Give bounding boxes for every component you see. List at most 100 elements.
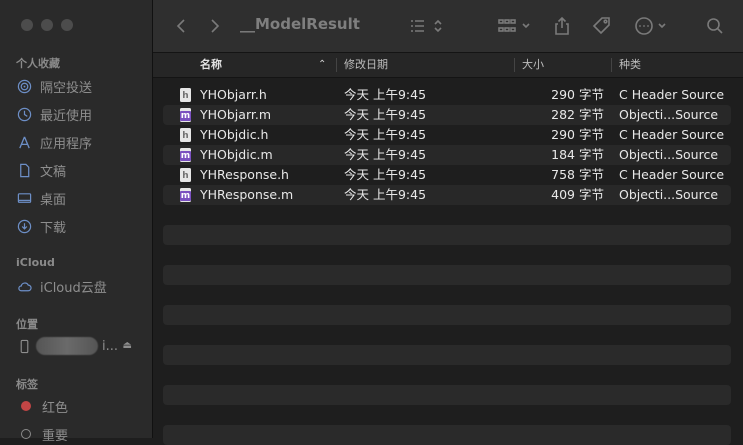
sidebar-item-downloads[interactable]: 下载 xyxy=(16,215,146,237)
column-name[interactable]: 名称 xyxy=(200,53,222,77)
sidebar-item-tag-red[interactable]: 红色 xyxy=(16,395,146,417)
file-name: YHObjdic.h xyxy=(200,127,269,142)
file-size: 282 字节 xyxy=(551,107,604,122)
document-icon xyxy=(16,162,32,178)
column-kind[interactable]: 种类 xyxy=(619,53,641,77)
sidebar-item-label: 隔空投送 xyxy=(40,80,93,96)
file-size: 184 字节 xyxy=(551,147,604,162)
red-tag-icon xyxy=(21,401,31,411)
sidebar-item-label: 文稿 xyxy=(40,164,67,180)
file-size: 290 字节 xyxy=(551,87,604,102)
tag-icon xyxy=(592,17,610,35)
column-divider[interactable] xyxy=(611,58,612,72)
desktop-icon xyxy=(16,190,32,206)
share-button[interactable] xyxy=(551,14,573,38)
toolbar: __ModelResult xyxy=(153,0,743,53)
empty-row xyxy=(163,345,731,365)
empty-row xyxy=(163,265,731,285)
sidebar-item-recents[interactable]: 最近使用 xyxy=(16,103,146,125)
sidebar-item-documents[interactable]: 文稿 xyxy=(16,159,146,181)
sidebar-item-icloud-drive[interactable]: iCloud云盘 xyxy=(16,275,146,297)
airdrop-icon xyxy=(16,78,32,94)
clock-icon xyxy=(16,106,32,122)
grid-group-icon xyxy=(498,19,530,32)
zoom-window-button[interactable] xyxy=(61,19,73,31)
column-size[interactable]: 大小 xyxy=(522,53,544,77)
sidebar-item-label: iCloud云盘 xyxy=(40,280,107,296)
file-size: 409 字节 xyxy=(551,187,604,202)
view-list-button[interactable] xyxy=(409,14,445,38)
search-button[interactable] xyxy=(704,14,726,38)
window-title: __ModelResult xyxy=(240,15,360,33)
header-file-icon: h xyxy=(180,128,191,142)
eject-icon[interactable]: ⏏ xyxy=(123,340,132,351)
sidebar-item-label: 最近使用 xyxy=(40,108,93,124)
file-date: 今天 上午9:45 xyxy=(344,107,427,122)
back-button[interactable] xyxy=(171,14,191,38)
sidebar-item-desktop[interactable]: 桌面 xyxy=(16,187,146,209)
file-kind: C Header Source xyxy=(619,127,725,142)
file-date: 今天 上午9:45 xyxy=(344,147,427,162)
column-header: 名称 ⌃ 修改日期 大小 种类 xyxy=(153,53,743,78)
icloud-section-title: iCloud xyxy=(16,256,55,269)
sidebar-item-label: 桌面 xyxy=(40,192,67,208)
table-row[interactable]: h YHObjdic.h 今天 上午9:45 290 字节 C Header S… xyxy=(163,125,731,145)
sidebar-item-label: 重要 xyxy=(42,428,69,444)
sidebar-item-label: 下载 xyxy=(40,220,67,236)
file-date: 今天 上午9:45 xyxy=(344,187,427,202)
forward-button[interactable] xyxy=(205,14,225,38)
file-date: 今天 上午9:45 xyxy=(344,167,427,182)
share-icon xyxy=(555,16,569,35)
empty-row xyxy=(163,385,731,405)
objc-file-icon: m xyxy=(180,108,191,122)
ellipsis-circle-icon xyxy=(635,17,666,35)
table-row[interactable]: h YHResponse.h 今天 上午9:45 758 字节 C Header… xyxy=(163,165,731,185)
file-kind: Objecti...Source xyxy=(619,107,719,122)
file-kind: C Header Source xyxy=(619,167,725,182)
group-button[interactable] xyxy=(497,14,537,38)
table-row[interactable]: h YHObjarr.h 今天 上午9:45 290 字节 C Header S… xyxy=(163,85,731,105)
tag-button[interactable] xyxy=(589,14,615,38)
sidebar-item-label: 应用程序 xyxy=(40,136,93,152)
sidebar-item-tag-important[interactable]: 重要 xyxy=(16,423,146,445)
locations-section-title: 位置 xyxy=(16,318,38,331)
tags-section-title: 标签 xyxy=(16,378,38,391)
file-size: 758 字节 xyxy=(551,167,604,182)
favorites-section-title: 个人收藏 xyxy=(16,57,60,70)
file-date: 今天 上午9:45 xyxy=(344,127,427,142)
objc-file-icon: m xyxy=(180,188,191,202)
minimize-window-button[interactable] xyxy=(41,19,53,31)
close-window-button[interactable] xyxy=(21,19,33,31)
table-row[interactable]: m YHObjdic.m 今天 上午9:45 184 字节 Objecti...… xyxy=(163,145,731,165)
sidebar-item-applications[interactable]: 应用程序 xyxy=(16,131,146,153)
table-row[interactable]: m YHResponse.m 今天 上午9:45 409 字节 Objecti.… xyxy=(163,185,731,205)
sidebar-item-label: 红色 xyxy=(42,400,69,416)
device-name-redacted xyxy=(36,337,98,355)
column-divider[interactable] xyxy=(336,58,337,72)
objc-file-icon: m xyxy=(180,148,191,162)
file-name: YHObjarr.m xyxy=(200,107,272,122)
device-name-suffix: i... xyxy=(102,338,119,354)
file-size: 290 字节 xyxy=(551,127,604,142)
file-kind: C Header Source xyxy=(619,87,725,102)
file-name: YHObjarr.h xyxy=(200,87,267,102)
file-name: YHResponse.m xyxy=(200,187,294,202)
header-file-icon: h xyxy=(180,88,191,102)
empty-row xyxy=(163,225,731,245)
window-controls xyxy=(21,19,73,31)
cloud-icon xyxy=(16,278,32,294)
file-name: YHObjdic.m xyxy=(200,147,273,162)
list-view-icon xyxy=(411,19,442,33)
sidebar-item-airdrop[interactable]: 隔空投送 xyxy=(16,75,146,97)
header-file-icon: h xyxy=(180,168,191,182)
file-name: YHResponse.h xyxy=(200,167,289,182)
file-kind: Objecti...Source xyxy=(619,147,719,162)
column-divider[interactable] xyxy=(514,58,515,72)
column-date[interactable]: 修改日期 xyxy=(344,53,388,77)
table-row[interactable]: m YHObjarr.m 今天 上午9:45 282 字节 Objecti...… xyxy=(163,105,731,125)
sort-ascending-icon[interactable]: ⌃ xyxy=(318,53,326,77)
sidebar: 个人收藏 隔空投送 最近使用 应用程序 文稿 桌面 下载 iCloud iClo… xyxy=(0,0,153,444)
action-menu-button[interactable] xyxy=(633,14,673,38)
chevron-left-icon xyxy=(176,19,185,33)
phone-icon xyxy=(16,338,32,354)
